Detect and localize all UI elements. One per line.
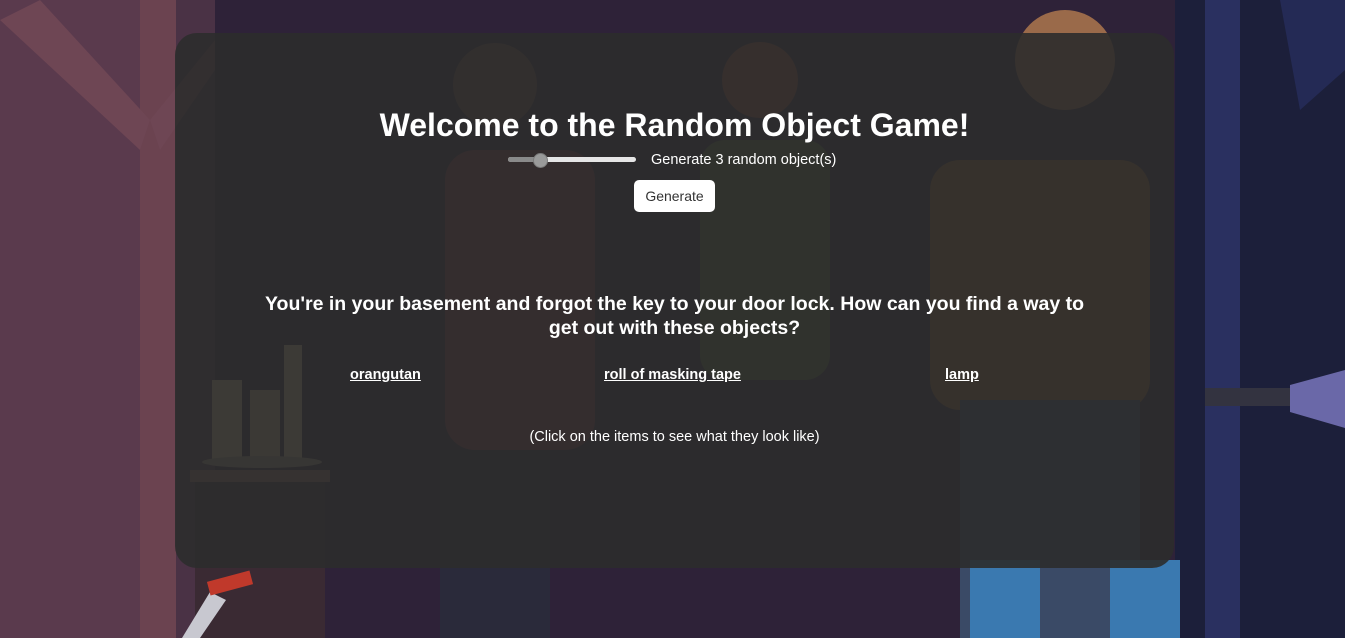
generate-button[interactable]: Generate <box>634 180 715 212</box>
game-panel: Welcome to the Random Object Game! Gener… <box>175 33 1174 568</box>
page-title: Welcome to the Random Object Game! <box>379 107 970 143</box>
object-count-label: Generate 3 random object(s) <box>651 152 837 168</box>
slider-thumb[interactable] <box>533 153 549 168</box>
object-link-orangutan[interactable]: orangutan <box>350 367 421 383</box>
object-count-slider[interactable] <box>508 150 636 170</box>
object-link-lamp[interactable]: lamp <box>945 367 979 383</box>
object-link-masking-tape[interactable]: roll of masking tape <box>604 367 741 383</box>
object-count-control: Generate 3 random object(s) <box>508 150 836 170</box>
scenario-prompt: You're in your basement and forgot the k… <box>264 293 1085 339</box>
click-hint: (Click on the items to see what they loo… <box>529 429 820 445</box>
